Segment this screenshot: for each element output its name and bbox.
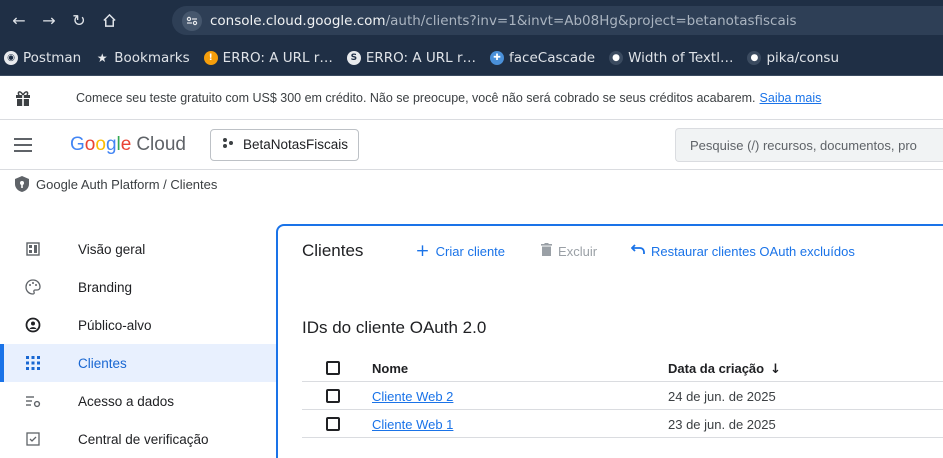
star-icon: ★	[96, 51, 108, 65]
table-row: Cliente Web 2 24 de jun. de 2025	[302, 382, 943, 410]
grid-icon	[22, 352, 44, 374]
breadcrumb-text[interactable]: Google Auth Platform / Clientes	[36, 177, 217, 192]
undo-icon	[630, 243, 645, 259]
github-icon: ●	[747, 51, 762, 65]
sidebar-item-label: Público-alvo	[78, 317, 152, 333]
bookmark-width-of-text[interactable]: ● Width of Textl…	[609, 50, 733, 66]
sidebar-item-label: Visão geral	[78, 241, 146, 257]
select-all-checkbox[interactable]	[326, 361, 340, 375]
bookmark-label: Postman	[23, 50, 82, 66]
breadcrumb: Google Auth Platform / Clientes	[0, 170, 943, 198]
stack-icon: S	[346, 51, 361, 65]
column-header-name[interactable]: Nome	[372, 361, 408, 376]
table-row: Cliente Web 1 23 de jun. de 2025	[302, 410, 943, 438]
sidebar-item-visao-geral[interactable]: Visão geral	[0, 230, 276, 268]
free-trial-banner: Comece seu teste gratuito com US$ 300 em…	[0, 76, 943, 120]
oauth-clients-table: Nome Data da criação ↓ Cliente Web 2 24 d…	[302, 354, 943, 438]
bookmark-erro-1[interactable]: ! ERRO: A URL r…	[203, 50, 333, 66]
create-client-button[interactable]: + Criar cliente	[415, 241, 505, 261]
sidebar-item-label: Central de verificação	[78, 431, 209, 447]
reload-icon[interactable]: ↻	[64, 6, 94, 36]
bookmark-label: pika/consu	[766, 50, 840, 66]
delete-button[interactable]: Excluir	[541, 242, 598, 260]
restore-label: Restaurar clientes OAuth excluídos	[651, 243, 855, 259]
github-icon: ●	[609, 51, 624, 65]
learn-more-link[interactable]: Saiba mais	[760, 91, 822, 105]
sidebar-item-label: Clientes	[78, 355, 127, 371]
row-checkbox[interactable]	[326, 389, 340, 403]
data-access-icon	[22, 390, 44, 412]
home-icon[interactable]	[94, 6, 124, 36]
palette-icon	[22, 276, 44, 298]
bookmark-label: ERRO: A URL r…	[222, 50, 333, 66]
plus-icon: +	[415, 241, 430, 261]
bookmark-folder[interactable]: ★ Bookmarks	[95, 50, 190, 66]
main-panel: Clientes + Criar cliente Excluir Restaur…	[276, 224, 943, 458]
section-title: IDs do cliente OAuth 2.0	[302, 318, 487, 337]
sidebar-item-publico-alvo[interactable]: Público-alvo	[0, 306, 276, 344]
client-name-link[interactable]: Cliente Web 2	[372, 389, 453, 404]
sort-down-arrow-icon: ↓	[770, 362, 782, 377]
clients-toolbar: Clientes + Criar cliente Excluir Restaur…	[302, 238, 855, 264]
table-header-row: Nome Data da criação ↓	[302, 354, 943, 382]
back-arrow-icon[interactable]: ←	[4, 6, 34, 36]
sidebar: Visão geral Branding Público-alvo Client…	[0, 224, 276, 458]
browser-toolbar: ← → ↻ console.cloud.google.com/auth/clie…	[0, 0, 943, 41]
project-name: BetaNotasFiscais	[242, 137, 349, 152]
sidebar-item-branding[interactable]: Branding	[0, 268, 276, 306]
dashboard-icon	[22, 238, 44, 260]
sidebar-item-central-de-verificacao[interactable]: Central de verificação	[0, 420, 276, 458]
console-header: Google Cloud BetaNotasFiscais Pesquise (…	[0, 120, 943, 170]
sidebar-item-label: Branding	[78, 279, 133, 295]
client-name-link[interactable]: Cliente Web 1	[372, 417, 453, 432]
bookmark-erro-2[interactable]: S ERRO: A URL r…	[346, 50, 477, 66]
verification-icon	[22, 428, 44, 450]
row-checkbox[interactable]	[326, 417, 340, 431]
page-title: Clientes	[302, 241, 364, 260]
bookmark-label: faceCascade	[509, 50, 596, 66]
sidebar-item-clientes[interactable]: Clientes	[0, 344, 276, 382]
banner-text: Comece seu teste gratuito com US$ 300 em…	[76, 90, 756, 105]
puzzle-icon: ✚	[490, 51, 505, 65]
project-selector[interactable]: BetaNotasFiscais	[209, 128, 360, 161]
shield-icon	[14, 175, 30, 196]
search-input[interactable]: Pesquise (/) recursos, documentos, pro	[675, 128, 943, 162]
delete-label: Excluir	[558, 243, 598, 259]
url-path: /auth/clients?inv=1&invt=Ab08Hg&project=…	[385, 12, 797, 29]
project-icon	[221, 137, 235, 152]
address-bar[interactable]: console.cloud.google.com/auth/clients?in…	[172, 6, 943, 35]
logo-cloud: Cloud	[136, 133, 186, 155]
trash-icon	[541, 242, 553, 260]
bookmark-postman[interactable]: ◉ Postman	[4, 50, 81, 66]
bookmark-label: Bookmarks	[114, 50, 190, 66]
create-client-label: Criar cliente	[435, 243, 506, 259]
audience-icon	[22, 314, 44, 336]
bookmarks-bar: ◉ Postman ★ Bookmarks ! ERRO: A URL r… S ERR…	[0, 41, 943, 76]
sidebar-item-acesso-a-dados[interactable]: Acesso a dados	[0, 382, 276, 420]
restore-deleted-clients-button[interactable]: Restaurar clientes OAuth excluídos	[630, 243, 855, 259]
bookmark-label: ERRO: A URL r…	[365, 50, 477, 66]
forward-arrow-icon[interactable]: →	[34, 6, 64, 36]
column-header-date-label: Data da criação	[668, 361, 765, 376]
bookmark-facecascade[interactable]: ✚ faceCascade	[490, 50, 595, 66]
column-header-date[interactable]: Data da criação ↓	[668, 361, 781, 377]
google-cloud-logo[interactable]: Google Cloud	[70, 134, 186, 156]
gift-icon	[14, 89, 44, 107]
logo-google: Google	[70, 133, 132, 155]
menu-icon[interactable]	[14, 137, 38, 152]
url-host: console.cloud.google.com	[210, 12, 386, 29]
client-created-date: 24 de jun. de 2025	[668, 389, 776, 404]
bookmark-label: Width of Textl…	[628, 50, 734, 66]
site-settings-icon[interactable]	[182, 10, 202, 31]
screen: ← → ↻ console.cloud.google.com/auth/clie…	[0, 0, 943, 458]
sidebar-item-label: Acesso a dados	[78, 393, 175, 409]
bolt-icon: !	[203, 51, 218, 65]
postman-icon: ◉	[4, 51, 18, 65]
bookmark-pika[interactable]: ● pika/consu	[747, 50, 839, 66]
client-created-date: 23 de jun. de 2025	[668, 417, 776, 432]
